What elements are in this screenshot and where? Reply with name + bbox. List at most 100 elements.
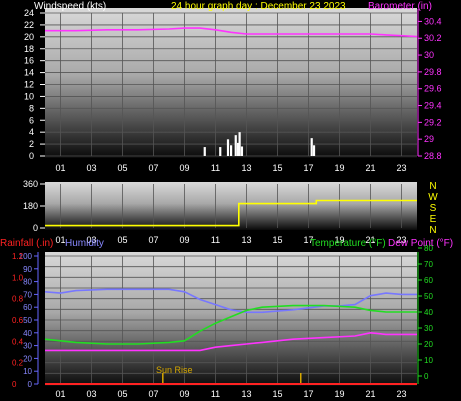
weather-panel-background (45, 252, 417, 386)
direction-y-tick-label: 360 (23, 179, 38, 189)
temperature-y-tick-label: 20 (424, 340, 433, 349)
wind-y-tick-label: 20 (24, 32, 34, 42)
wind-x-tick-label: 11 (211, 163, 220, 173)
barometer-y-tick-label: 30.2 (424, 33, 442, 43)
windspeed-bar (312, 145, 316, 156)
direction-x-tick-label: 15 (272, 235, 282, 245)
windspeed-bar (230, 145, 233, 156)
barometer-y-tick-label: 29.8 (424, 67, 442, 77)
wind-x-tick-label: 19 (334, 163, 344, 173)
bottom-x-tick-label: 17 (303, 389, 313, 399)
temperature-y-tick-label: 60 (424, 276, 433, 285)
bottom-x-tick-label: 11 (211, 389, 220, 399)
barometer-y-tick-label: 28.8 (424, 151, 442, 161)
wind-x-tick-label: 17 (303, 163, 313, 173)
wind-y-tick-label: 10 (24, 91, 34, 101)
temperature-axis-label: Temperature (°F) (310, 238, 386, 249)
windspeed-bar (238, 132, 241, 156)
compass-letter: N (429, 225, 436, 236)
temperature-y-tick-label: 0 (424, 372, 429, 381)
windspeed-bar (310, 138, 313, 156)
bottom-x-tick-label: 05 (117, 389, 127, 399)
bottom-x-tick-label: 19 (334, 389, 344, 399)
direction-x-tick-label: 13 (241, 235, 251, 245)
wind-y-tick-label: 24 (24, 8, 34, 18)
bottom-x-tick-label: 21 (365, 389, 375, 399)
sunrise-label: Sun Rise (156, 365, 193, 375)
direction-x-tick-label: 07 (148, 235, 158, 245)
rainfall-y-tick-label: 0.8 (12, 295, 24, 304)
temperature-y-tick-label: 30 (424, 324, 433, 333)
humidity-y-tick-label: 60 (23, 303, 32, 312)
compass-letter: E (430, 214, 437, 225)
wind-y-tick-label: 4 (29, 127, 34, 137)
temperature-y-tick-label: 10 (424, 356, 433, 365)
chart-title: 24 hour graph day : December 23 2023 (171, 1, 346, 12)
wind-x-tick-label: 01 (55, 163, 65, 173)
bottom-x-tick-label: 07 (148, 389, 158, 399)
humidity-y-tick-label: 0 (28, 380, 33, 389)
rainfall-axis-label: Rainfall (.in) (0, 238, 53, 249)
humidity-y-tick-label: 20 (23, 354, 32, 363)
barometer-y-tick-label: 29.6 (424, 84, 442, 94)
direction-y-tick-label: 180 (23, 201, 38, 211)
bottom-x-tick-label: 15 (272, 389, 282, 399)
humidity-y-tick-label: 70 (23, 290, 32, 299)
wind-y-tick-label: 22 (24, 20, 34, 30)
wind-y-tick-label: 6 (29, 115, 34, 125)
wind-x-tick-label: 09 (179, 163, 189, 173)
rainfall-y-tick-label: 1.2 (12, 252, 24, 261)
humidity-y-tick-label: 40 (23, 329, 32, 338)
temperature-y-tick-label: 50 (424, 292, 433, 301)
windspeed-axis-label: Windspeed (kts) (34, 1, 106, 12)
wind-y-tick-label: 0 (29, 151, 34, 161)
compass-letter: W (428, 192, 438, 203)
temperature-y-tick-label: 70 (424, 260, 433, 269)
windspeed-bar (234, 135, 237, 156)
windspeed-bar (203, 147, 206, 156)
barometer-y-tick-label: 29 (424, 134, 434, 144)
wind-x-tick-label: 13 (241, 163, 251, 173)
direction-y-tick-label: 0 (33, 223, 38, 233)
windspeed-bar (226, 139, 230, 156)
windspeed-bar (219, 147, 222, 156)
wind-x-tick-label: 21 (365, 163, 375, 173)
barometer-axis-label: Barometer (in) (368, 1, 432, 12)
humidity-axis-label: Humidity (65, 238, 104, 249)
barometer-y-tick-label: 29.4 (424, 101, 442, 111)
rainfall-y-tick-label: 0 (12, 380, 17, 389)
wind-y-tick-label: 14 (24, 68, 34, 78)
wind-x-tick-label: 07 (148, 163, 158, 173)
dewpoint-axis-label: Dew Point (°F) (388, 238, 453, 249)
direction-panel-background (45, 182, 417, 230)
rainfall-y-tick-label: 0.4 (12, 337, 24, 346)
wind-y-tick-label: 8 (29, 103, 34, 113)
barometer-y-tick-label: 30 (424, 50, 434, 60)
wind-x-tick-label: 23 (396, 163, 406, 173)
barometer-y-tick-label: 30.4 (424, 16, 442, 26)
rainfall-y-tick-label: 0.2 (12, 359, 24, 368)
rainfall-y-tick-label: 1.0 (12, 273, 24, 282)
temperature-y-tick-label: 40 (424, 308, 433, 317)
bottom-x-tick-label: 03 (86, 389, 96, 399)
rainfall-y-tick-label: 0.6 (12, 316, 24, 325)
wind-x-tick-label: 05 (117, 163, 127, 173)
wind-y-tick-label: 2 (29, 139, 34, 149)
compass-letter: N (429, 181, 436, 192)
humidity-y-tick-label: 80 (23, 278, 32, 287)
temperature-y-tick-label: 80 (424, 244, 433, 253)
direction-x-tick-label: 01 (55, 235, 65, 245)
barometer-y-tick-label: 29.2 (424, 117, 442, 127)
wind-x-tick-label: 03 (86, 163, 96, 173)
direction-x-tick-label: 05 (117, 235, 127, 245)
direction-x-tick-label: 11 (211, 235, 220, 245)
bottom-x-tick-label: 01 (55, 389, 65, 399)
bottom-x-tick-label: 23 (396, 389, 406, 399)
wind-x-tick-label: 15 (272, 163, 282, 173)
windspeed-bar (240, 146, 244, 156)
wind-y-tick-label: 18 (24, 44, 34, 54)
direction-x-tick-label: 09 (179, 235, 189, 245)
wind-y-tick-label: 12 (24, 80, 34, 90)
bottom-x-tick-label: 09 (179, 389, 189, 399)
compass-letter: S (430, 203, 437, 214)
